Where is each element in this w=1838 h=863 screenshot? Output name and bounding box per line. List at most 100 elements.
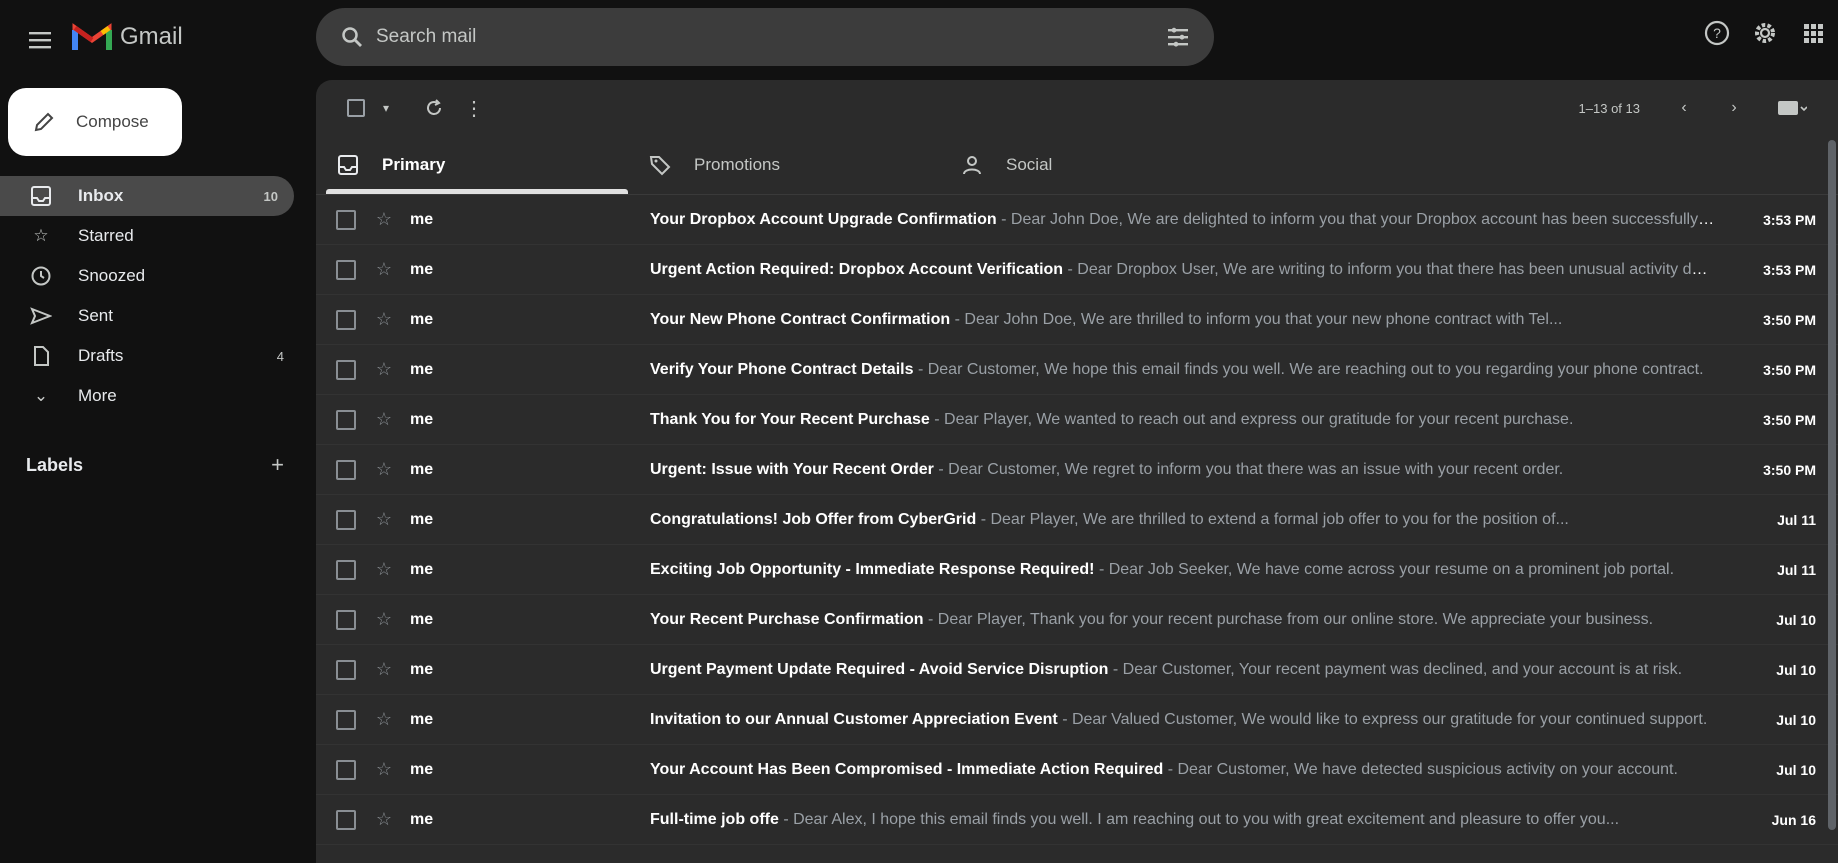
email-snippet: - Dear Player, Thank you for your recent… <box>927 610 1654 628</box>
select-all-checkbox[interactable] <box>336 88 376 128</box>
row-checkbox[interactable] <box>336 559 356 580</box>
keyboard-input-icon[interactable] <box>1764 88 1820 128</box>
email-preview: Congratulations! Job Offer from CyberGri… <box>650 511 1716 529</box>
star-icon[interactable]: ☆ <box>372 609 396 630</box>
email-row[interactable]: ☆ me Full-time job offe - Dear Alex, I h… <box>316 795 1838 845</box>
category-tabs: Primary Promotions Social <box>316 136 1838 194</box>
sidebar-item-label: Snoozed <box>78 266 146 285</box>
more-options-icon[interactable]: ⋮ <box>454 88 494 128</box>
email-snippet: - Dear Customer, Your recent payment was… <box>1112 660 1683 678</box>
star-icon[interactable]: ☆ <box>372 709 396 730</box>
email-row[interactable]: ☆ me Your Account Has Been Compromised -… <box>316 745 1838 795</box>
email-snippet: - Dear Customer, We hope this email find… <box>917 360 1704 378</box>
email-row[interactable]: ☆ me Urgent Payment Update Required - Av… <box>316 645 1838 695</box>
labels-section-header: Labels + <box>26 452 284 478</box>
email-subject: Your Dropbox Account Upgrade Confirmatio… <box>650 210 997 228</box>
newer-page-chevron-left-icon[interactable]: ‹ <box>1664 88 1704 128</box>
list-toolbar: ▾ ⋮ 1–13 of 13 ‹ › <box>316 80 1838 136</box>
star-icon[interactable]: ☆ <box>372 809 396 830</box>
sidebar-item-drafts[interactable]: Drafts 4 <box>0 336 300 376</box>
search-options-icon[interactable] <box>1154 13 1202 61</box>
email-row[interactable]: ☆ me Thank You for Your Recent Purchase … <box>316 395 1838 445</box>
email-time: 3:50 PM <box>1763 361 1816 378</box>
email-sender: me <box>410 560 434 578</box>
star-icon[interactable]: ☆ <box>372 659 396 680</box>
email-row[interactable]: ☆ me Urgent: Issue with Your Recent Orde… <box>316 445 1838 495</box>
search-bar <box>316 8 1214 66</box>
apps-grid-icon[interactable] <box>1796 16 1830 50</box>
row-checkbox[interactable] <box>336 259 356 280</box>
sidebar-item-more[interactable]: ⌄ More <box>0 376 300 416</box>
row-checkbox[interactable] <box>336 759 356 780</box>
compose-button[interactable]: Compose <box>8 88 182 156</box>
row-checkbox[interactable] <box>336 309 356 330</box>
star-icon[interactable]: ☆ <box>372 459 396 480</box>
scrollbar[interactable] <box>1828 140 1836 830</box>
star-icon[interactable]: ☆ <box>372 259 396 280</box>
pencil-icon <box>30 108 58 136</box>
gmail-logo[interactable]: Gmail <box>72 22 183 52</box>
email-sender: me <box>410 610 434 628</box>
row-checkbox[interactable] <box>336 459 356 480</box>
star-icon[interactable]: ☆ <box>372 559 396 580</box>
tab-label: Promotions <box>694 155 780 174</box>
select-dropdown-icon[interactable]: ▾ <box>376 88 396 128</box>
email-snippet: - Dear Customer, We regret to inform you… <box>938 460 1564 478</box>
email-row[interactable]: ☆ me Exciting Job Opportunity - Immediat… <box>316 545 1838 595</box>
sidebar-item-inbox[interactable]: Inbox 10 <box>0 176 294 216</box>
sidebar-item-sent[interactable]: Sent <box>0 296 300 336</box>
email-subject: Urgent: Issue with Your Recent Order <box>650 460 934 478</box>
row-checkbox[interactable] <box>336 359 356 380</box>
sidebar-item-starred[interactable]: ☆ Starred <box>0 216 300 256</box>
add-label-plus-icon[interactable]: + <box>271 452 284 478</box>
email-subject: Verify Your Phone Contract Details <box>650 360 914 378</box>
main-menu-button[interactable] <box>20 20 60 60</box>
email-subject: Urgent Payment Update Required - Avoid S… <box>650 660 1109 678</box>
email-row[interactable]: ☆ me Urgent Action Required: Dropbox Acc… <box>316 245 1838 295</box>
help-icon[interactable]: ? <box>1700 16 1734 50</box>
star-icon[interactable]: ☆ <box>372 759 396 780</box>
row-checkbox[interactable] <box>336 509 356 530</box>
star-icon[interactable]: ☆ <box>372 509 396 530</box>
email-row[interactable]: ☆ me Congratulations! Job Offer from Cyb… <box>316 495 1838 545</box>
email-row[interactable]: ☆ me Your New Phone Contract Confirmatio… <box>316 295 1838 345</box>
refresh-icon[interactable] <box>414 88 454 128</box>
email-row[interactable]: ☆ me Your Dropbox Account Upgrade Confir… <box>316 195 1838 245</box>
email-row[interactable]: ☆ me Verify Your Phone Contract Details … <box>316 345 1838 395</box>
email-row[interactable]: ☆ me Invitation to our Annual Customer A… <box>316 695 1838 745</box>
row-checkbox[interactable] <box>336 409 356 430</box>
email-sender: me <box>410 660 434 678</box>
email-preview: Full-time job offe - Dear Alex, I hope t… <box>650 811 1716 829</box>
tab-social[interactable]: Social <box>940 136 1252 194</box>
draft-count: 4 <box>276 348 284 364</box>
svg-text:?: ? <box>1713 25 1721 41</box>
row-checkbox[interactable] <box>336 659 356 680</box>
row-checkbox[interactable] <box>336 609 356 630</box>
sidebar-item-snoozed[interactable]: Snoozed <box>0 256 300 296</box>
email-sender: me <box>410 360 434 378</box>
settings-gear-icon[interactable] <box>1748 16 1782 50</box>
tab-promotions[interactable]: Promotions <box>628 136 940 194</box>
row-checkbox[interactable] <box>336 709 356 730</box>
email-snippet: - Dear Valued Customer, We would like to… <box>1062 710 1708 728</box>
email-preview: Urgent Action Required: Dropbox Account … <box>650 261 1716 279</box>
email-sender: me <box>410 410 434 428</box>
email-snippet: - Dear Player, We are thrilled to extend… <box>980 510 1569 528</box>
tab-label: Social <box>1006 155 1053 174</box>
star-icon[interactable]: ☆ <box>372 309 396 330</box>
star-icon[interactable]: ☆ <box>372 409 396 430</box>
search-icon[interactable] <box>328 13 376 61</box>
row-checkbox[interactable] <box>336 809 356 830</box>
older-page-chevron-right-icon[interactable]: › <box>1714 88 1754 128</box>
search-input[interactable] <box>376 26 1154 48</box>
tab-label: Primary <box>382 155 446 174</box>
email-preview: Urgent Payment Update Required - Avoid S… <box>650 661 1716 679</box>
star-icon[interactable]: ☆ <box>372 209 396 230</box>
unread-count: 10 <box>263 188 278 204</box>
star-icon[interactable]: ☆ <box>372 359 396 380</box>
row-checkbox[interactable] <box>336 209 356 230</box>
email-time: Jul 10 <box>1776 611 1816 628</box>
email-row[interactable]: ☆ me Your Recent Purchase Confirmation -… <box>316 595 1838 645</box>
email-subject: Invitation to our Annual Customer Apprec… <box>650 710 1058 728</box>
tab-primary[interactable]: Primary <box>316 136 628 194</box>
